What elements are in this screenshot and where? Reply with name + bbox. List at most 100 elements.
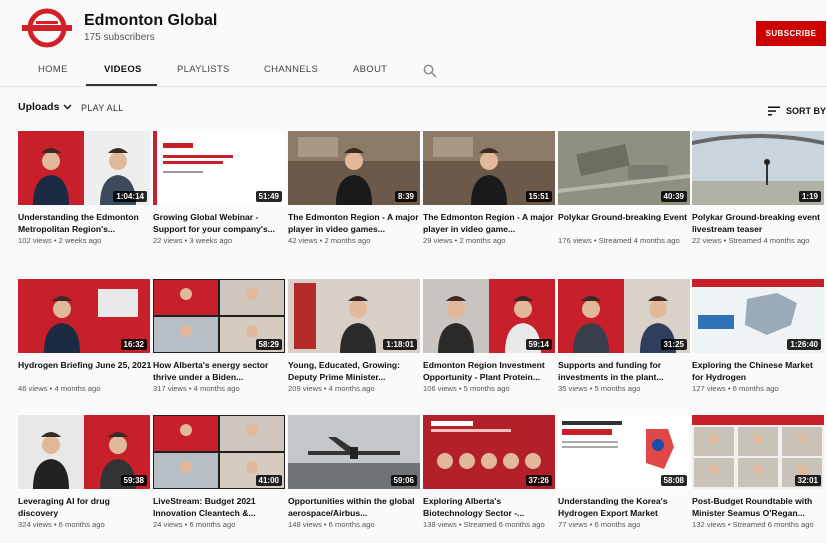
video-title[interactable]: Supports and funding for investments in … — [558, 359, 692, 383]
duration-badge: 58:08 — [660, 475, 687, 486]
video-thumbnail[interactable]: 40:39 — [558, 131, 690, 205]
video-title[interactable]: How Alberta's energy sector thrive under… — [153, 359, 287, 383]
upload-age: 2 months ago — [324, 236, 371, 245]
video-thumbnail[interactable]: 58:08 — [558, 415, 690, 489]
video-title[interactable]: LiveStream: Budget 2021 Innovation Clean… — [153, 495, 287, 519]
view-count: 317 views — [153, 384, 187, 393]
video-thumbnail[interactable]: 59:38 — [18, 415, 150, 489]
tab-about[interactable]: ABOUT — [353, 64, 387, 75]
video-card[interactable]: 15:51 The Edmonton Region - A major play… — [423, 131, 557, 246]
video-meta: 209 views • 4 months ago — [288, 384, 375, 393]
video-thumbnail[interactable]: 31:25 — [558, 279, 690, 353]
duration-badge: 31:25 — [660, 339, 687, 350]
video-card[interactable]: 16:32 Hydrogen Briefing June 25, 2021 46… — [18, 279, 152, 394]
duration-badge: 59:06 — [390, 475, 417, 486]
video-thumbnail[interactable]: 15:51 — [423, 131, 555, 205]
view-count: 42 views — [288, 236, 318, 245]
uploads-dropdown[interactable]: Uploads — [18, 101, 72, 113]
upload-age: 4 months ago — [193, 384, 240, 393]
tab-channels[interactable]: CHANNELS — [264, 64, 318, 75]
video-meta: 22 views • Streamed 4 months ago — [692, 236, 810, 245]
video-card[interactable]: 1:19 Polykar Ground-breaking event lives… — [692, 131, 826, 246]
video-thumbnail[interactable]: 41:00 — [153, 415, 285, 489]
subscriber-count: 175 subscribers — [84, 32, 155, 43]
edmonton-global-logo[interactable] — [22, 8, 72, 48]
video-card[interactable]: 8:39 The Edmonton Region - A major playe… — [288, 131, 422, 246]
view-count: 106 views — [423, 384, 457, 393]
video-meta: 324 views • 6 months ago — [18, 520, 105, 529]
video-title[interactable]: Growing Global Webinar - Support for you… — [153, 211, 287, 235]
video-card[interactable]: 37:26 Exploring Alberta's Biotechnology … — [423, 415, 557, 530]
tab-playlists[interactable]: PLAYLISTS — [177, 64, 230, 75]
video-title[interactable]: Exploring Alberta's Biotechnology Sector… — [423, 495, 557, 519]
duration-badge: 15:51 — [525, 191, 552, 202]
video-title[interactable]: Young, Educated, Growing: Deputy Prime M… — [288, 359, 422, 383]
view-count: 209 views — [288, 384, 322, 393]
video-thumbnail[interactable]: 59:06 — [288, 415, 420, 489]
video-title[interactable]: Post-Budget Roundtable with Minister Sea… — [692, 495, 826, 519]
video-title[interactable]: Hydrogen Briefing June 25, 2021 — [18, 359, 152, 383]
chevron-down-icon — [63, 104, 72, 110]
video-title[interactable]: The Edmonton Region - A major player in … — [288, 211, 422, 235]
view-count: 77 views — [558, 520, 588, 529]
video-title[interactable]: Polykar Ground-breaking Event — [558, 211, 692, 235]
video-thumbnail[interactable]: 32:01 — [692, 415, 824, 489]
channel-tabs: HOME VIDEOS PLAYLISTS CHANNELS ABOUT — [0, 56, 827, 86]
video-card[interactable]: 1:18:01 Young, Educated, Growing: Deputy… — [288, 279, 422, 394]
video-thumbnail[interactable]: 51:49 — [153, 131, 285, 205]
video-thumbnail[interactable]: 37:26 — [423, 415, 555, 489]
video-title[interactable]: The Edmonton Region - A major player in … — [423, 211, 557, 235]
video-card[interactable]: 51:49 Growing Global Webinar - Support f… — [153, 131, 287, 246]
video-title[interactable]: Edmonton Region Investment Opportunity -… — [423, 359, 557, 383]
subscribe-button[interactable]: SUBSCRIBE — [756, 21, 826, 46]
upload-age: 2 months ago — [459, 236, 506, 245]
video-meta: 106 views • 5 months ago — [423, 384, 510, 393]
video-card[interactable]: 59:06 Opportunities within the global ae… — [288, 415, 422, 530]
video-card[interactable]: 1:04:14 Understanding the Edmonton Metro… — [18, 131, 152, 246]
video-card[interactable]: 59:38 Leveraging AI for drug discovery 3… — [18, 415, 152, 530]
sort-by-label: SORT BY — [786, 106, 827, 116]
video-card[interactable]: 32:01 Post-Budget Roundtable with Minist… — [692, 415, 826, 530]
view-count: 127 views — [692, 384, 726, 393]
channel-name: Edmonton Global — [84, 12, 218, 29]
duration-badge: 40:39 — [660, 191, 687, 202]
upload-age: 4 months ago — [328, 384, 375, 393]
video-title[interactable]: Understanding the Edmonton Metropolitan … — [18, 211, 152, 235]
video-thumbnail[interactable]: 1:19 — [692, 131, 824, 205]
video-thumbnail[interactable]: 58:29 — [153, 279, 285, 353]
upload-age: 2 weeks ago — [58, 236, 102, 245]
video-title[interactable]: Opportunities within the global aerospac… — [288, 495, 422, 519]
video-meta: 22 views • 3 weeks ago — [153, 236, 233, 245]
video-meta: 132 views • Streamed 6 months ago — [692, 520, 814, 529]
duration-badge: 1:18:01 — [383, 339, 417, 350]
video-thumbnail[interactable]: 1:18:01 — [288, 279, 420, 353]
video-title[interactable]: Exploring the Chinese Market for Hydroge… — [692, 359, 826, 383]
video-thumbnail[interactable]: 8:39 — [288, 131, 420, 205]
video-card[interactable]: 58:08 Understanding the Korea's Hydrogen… — [558, 415, 692, 530]
video-thumbnail[interactable]: 1:04:14 — [18, 131, 150, 205]
video-card[interactable]: 41:00 LiveStream: Budget 2021 Innovation… — [153, 415, 287, 530]
upload-age: 6 months ago — [328, 520, 375, 529]
video-card[interactable]: 31:25 Supports and funding for investmen… — [558, 279, 692, 394]
video-title[interactable]: Polykar Ground-breaking event livestream… — [692, 211, 826, 235]
search-icon[interactable] — [423, 64, 437, 78]
duration-badge: 58:29 — [255, 339, 282, 350]
video-meta: 35 views • 5 months ago — [558, 384, 641, 393]
video-thumbnail[interactable]: 1:26:40 — [692, 279, 824, 353]
duration-badge: 37:26 — [525, 475, 552, 486]
video-meta: 42 views • 2 months ago — [288, 236, 371, 245]
video-card[interactable]: 58:29 How Alberta's energy sector thrive… — [153, 279, 287, 394]
video-title[interactable]: Leveraging AI for drug discovery — [18, 495, 152, 519]
video-card[interactable]: 1:26:40 Exploring the Chinese Market for… — [692, 279, 826, 394]
tab-videos[interactable]: VIDEOS — [104, 64, 142, 75]
video-title[interactable]: Understanding the Korea's Hydrogen Expor… — [558, 495, 692, 519]
video-thumbnail[interactable]: 59:14 — [423, 279, 555, 353]
play-all-button[interactable]: PLAY ALL — [81, 103, 124, 113]
sort-by-button[interactable]: SORT BY — [768, 106, 826, 116]
video-card[interactable]: 59:14 Edmonton Region Investment Opportu… — [423, 279, 557, 394]
video-meta: 317 views • 4 months ago — [153, 384, 240, 393]
tab-home[interactable]: HOME — [38, 64, 68, 75]
video-card[interactable]: 40:39 Polykar Ground-breaking Event 176 … — [558, 131, 692, 246]
upload-age: Streamed 6 months ago — [732, 520, 814, 529]
video-thumbnail[interactable]: 16:32 — [18, 279, 150, 353]
